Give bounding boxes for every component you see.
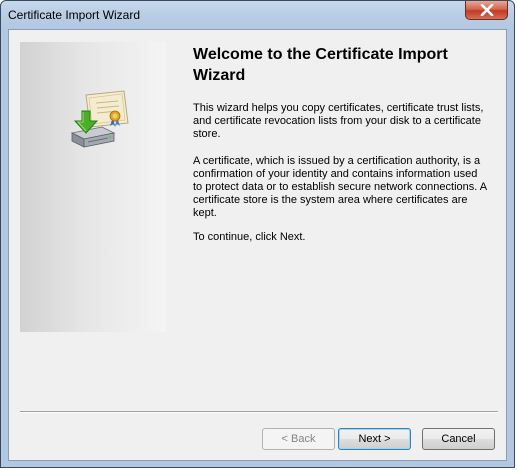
- certificate-import-icon: [70, 90, 129, 148]
- title-bar[interactable]: Certificate Import Wizard: [1, 1, 514, 29]
- window-title: Certificate Import Wizard: [8, 8, 141, 22]
- cancel-button[interactable]: Cancel: [422, 428, 495, 450]
- next-button[interactable]: Next >: [338, 428, 411, 450]
- button-separator: [20, 411, 498, 413]
- wizard-body: Welcome to the Certificate Import Wizard…: [8, 29, 507, 461]
- side-panel: [20, 42, 166, 332]
- back-button[interactable]: < Back: [262, 428, 335, 450]
- intro-paragraph: This wizard helps you copy certificates,…: [193, 102, 484, 140]
- wizard-window: Certificate Import Wizard Welcome to the…: [0, 0, 515, 468]
- close-button[interactable]: [465, 1, 508, 20]
- instruction-paragraph: To continue, click Next.: [193, 231, 306, 243]
- definition-paragraph: A certificate, which is issued by a cert…: [193, 155, 487, 219]
- page-title: Welcome to the Certificate Import Wizard: [193, 46, 448, 84]
- close-icon: [480, 4, 493, 16]
